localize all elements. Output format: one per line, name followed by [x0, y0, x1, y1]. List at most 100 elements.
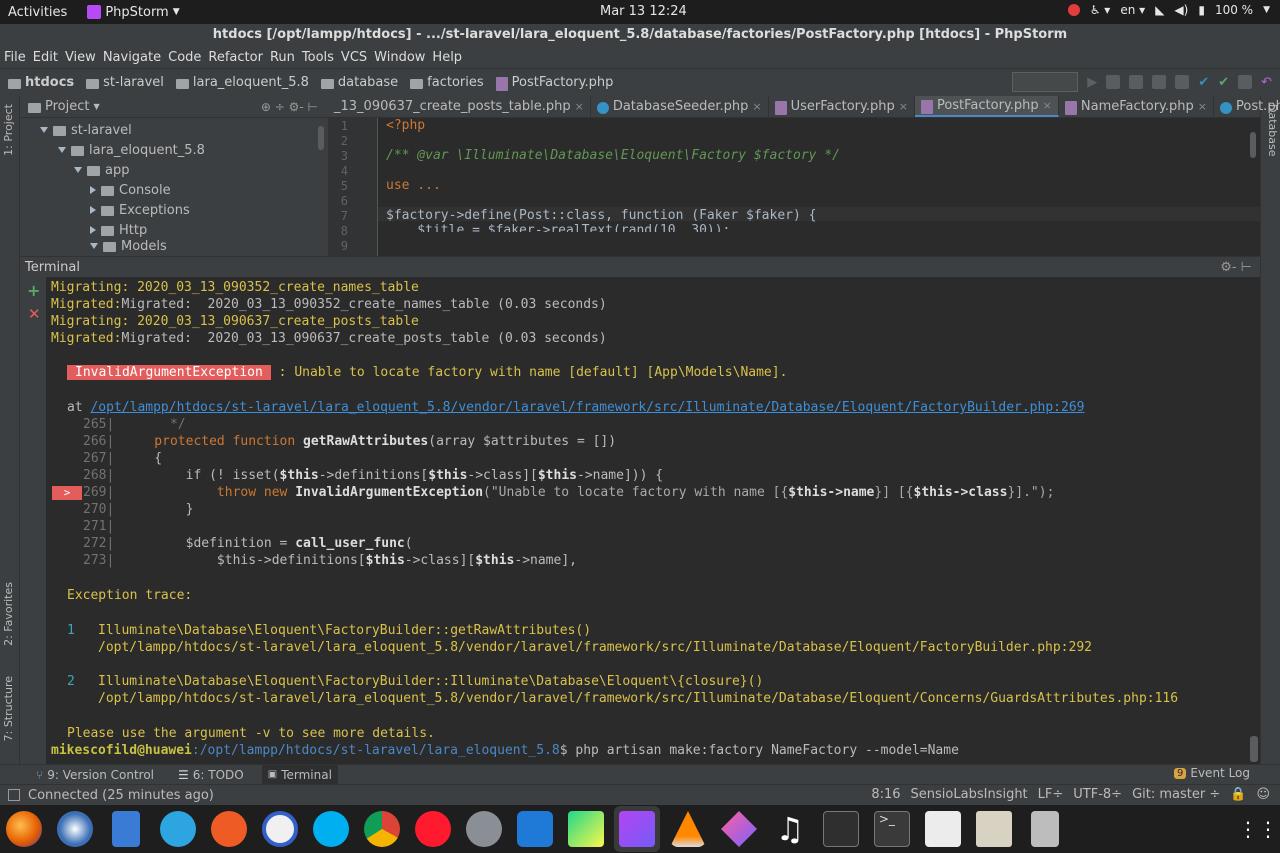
gear-icon[interactable]: ⚙- ⊢	[1220, 260, 1252, 275]
text-editor-icon[interactable]	[976, 811, 1012, 847]
tool-tab-todo[interactable]: ☰ 6: TODO	[172, 765, 250, 785]
scrollbar-thumb[interactable]	[1250, 736, 1258, 762]
language-indicator[interactable]: en ▾	[1120, 3, 1145, 17]
simplenote-icon[interactable]	[262, 811, 298, 847]
menu-file[interactable]: File	[4, 50, 26, 65]
app-grid-icon[interactable]: ⋮⋮⋮	[1238, 811, 1280, 847]
debug-icon[interactable]	[1106, 75, 1121, 89]
new-session-icon[interactable]: +	[27, 281, 40, 300]
lock-icon[interactable]: 🔒	[1230, 787, 1246, 802]
image-viewer-icon[interactable]	[925, 811, 961, 847]
menu-window[interactable]: Window	[374, 50, 425, 65]
menu-help[interactable]: Help	[432, 50, 462, 65]
tool-tab-terminal[interactable]: ▣ Terminal	[261, 764, 338, 785]
tool-tab-favorites[interactable]: 2: Favorites	[2, 582, 18, 646]
breadcrumb-postfactory[interactable]: PostFactory.php	[495, 75, 613, 91]
menu-tools[interactable]: Tools	[302, 50, 334, 65]
revert-icon[interactable]: ↶	[1261, 75, 1272, 90]
kite-icon[interactable]	[721, 811, 757, 847]
menu-edit[interactable]: Edit	[33, 50, 58, 65]
panel-actions[interactable]: ⊕ ÷ ⚙- ⊢	[261, 100, 318, 114]
chevron-down-icon[interactable]	[74, 167, 82, 173]
vscode-icon[interactable]	[517, 811, 553, 847]
tree-item-lara-eloquent[interactable]: lara_eloquent_5.8	[20, 140, 328, 160]
tab-post-factory[interactable]: PostFactory.php ×	[914, 96, 1059, 117]
terminal-output[interactable]: + ✕ Migrating: 2020_03_13_090352_create_…	[20, 277, 1260, 764]
skype-icon[interactable]	[313, 811, 349, 847]
tab-post[interactable]: Post.php×	[1214, 96, 1280, 117]
terminal-app-icon[interactable]: >_	[874, 811, 910, 847]
chrome-icon[interactable]	[364, 811, 400, 847]
stop-icon[interactable]	[1175, 75, 1190, 89]
close-icon[interactable]: ×	[1198, 100, 1207, 113]
tool-tab-project[interactable]: 1: Project	[2, 104, 18, 156]
firefox-icon[interactable]	[6, 811, 42, 847]
opera-icon[interactable]	[415, 811, 451, 847]
chevron-down-icon[interactable]	[40, 127, 48, 133]
history-icon[interactable]	[1238, 75, 1253, 89]
menu-run[interactable]: Run	[270, 50, 295, 65]
caret-position[interactable]: 8:16	[871, 787, 900, 802]
event-log-button[interactable]: 9 Event Log	[1174, 766, 1250, 780]
run-config-select[interactable]	[1012, 72, 1079, 92]
files-manager-icon[interactable]	[112, 811, 140, 847]
telegram-icon[interactable]	[160, 811, 196, 847]
recording-icon[interactable]	[1067, 4, 1080, 16]
run-icon[interactable]: ▶	[1087, 75, 1097, 90]
phpstorm-active-icon[interactable]	[614, 806, 660, 852]
tab-user-factory[interactable]: UserFactory.php ×	[769, 96, 915, 117]
accessibility-icon[interactable]: ♿ ▾	[1090, 3, 1111, 17]
close-session-icon[interactable]: ✕	[28, 305, 41, 323]
music-icon[interactable]: ♫	[772, 811, 808, 847]
pycharm-icon[interactable]	[568, 811, 604, 847]
postman-icon[interactable]	[211, 811, 247, 847]
trace-path[interactable]: /opt/lampp/htdocs/st-laravel/lara_eloque…	[98, 691, 1178, 706]
clock[interactable]: Mar 13 12:24	[600, 4, 687, 19]
tool-tab-version-control[interactable]: ⑂ 9: Version Control	[30, 765, 160, 785]
scrollbar[interactable]	[318, 126, 324, 150]
usb-drive-icon[interactable]	[1031, 811, 1059, 847]
terminal-scrollbar[interactable]	[1248, 277, 1258, 764]
close-icon[interactable]: ×	[752, 100, 761, 113]
chevron-right-icon[interactable]	[90, 186, 96, 194]
inspector-icon[interactable]: ☺	[1256, 787, 1270, 802]
close-icon[interactable]: ×	[899, 100, 908, 113]
tree-item-http[interactable]: Http	[20, 220, 328, 240]
coverage-icon[interactable]	[1129, 75, 1144, 89]
vcs-update-icon[interactable]: ✔	[1198, 75, 1209, 90]
status-box-icon[interactable]	[8, 789, 20, 801]
tree-item-exceptions[interactable]: Exceptions	[20, 200, 328, 220]
vlc-icon[interactable]	[670, 811, 706, 847]
chevron-right-icon[interactable]	[90, 206, 96, 214]
breadcrumb-htdocs[interactable]: htdocs	[8, 75, 74, 90]
system-tray[interactable]: ♿ ▾ en ▾ ◣ ◀) ▮ 100 % ▼	[1067, 3, 1270, 17]
tree-item-console[interactable]: Console	[20, 180, 328, 200]
vcs-commit-icon[interactable]: ✔	[1218, 75, 1229, 90]
settings-icon[interactable]	[466, 811, 502, 847]
menu-code[interactable]: Code	[168, 50, 201, 65]
activities-button[interactable]: Activities	[0, 5, 67, 20]
line-separator[interactable]: LF÷	[1038, 787, 1064, 802]
chevron-down-icon[interactable]: ▼	[93, 102, 99, 111]
file-encoding[interactable]: UTF-8÷	[1073, 787, 1122, 802]
file-link[interactable]: /opt/lampp/htdocs/st-laravel/lara_eloque…	[90, 400, 1084, 415]
chevron-down-icon[interactable]	[58, 147, 66, 153]
insight-status[interactable]: SensioLabsInsight	[911, 787, 1028, 802]
close-icon[interactable]: ×	[575, 100, 584, 113]
menu-vcs[interactable]: VCS	[341, 50, 367, 65]
chevron-down-icon[interactable]	[90, 243, 98, 249]
chevron-right-icon[interactable]	[90, 226, 96, 234]
git-branch[interactable]: Git: master ÷	[1132, 787, 1220, 802]
tab-database-seeder[interactable]: DatabaseSeeder.php ×	[591, 96, 769, 117]
tree-item-st-laravel[interactable]: st-laravel	[20, 120, 328, 140]
breadcrumb-factories[interactable]: factories	[410, 75, 484, 90]
project-panel-title[interactable]: Project	[45, 99, 89, 114]
menu-refactor[interactable]: Refactor	[208, 50, 263, 65]
trace-path[interactable]: /opt/lampp/htdocs/st-laravel/lara_eloque…	[98, 640, 1092, 655]
system-monitor-icon[interactable]	[823, 811, 859, 847]
profile-icon[interactable]	[1152, 75, 1167, 89]
menu-navigate[interactable]: Navigate	[103, 50, 161, 65]
close-icon[interactable]: ×	[1043, 99, 1052, 112]
scrollbar[interactable]	[1250, 132, 1256, 158]
breadcrumb-st-laravel[interactable]: st-laravel	[86, 75, 164, 90]
